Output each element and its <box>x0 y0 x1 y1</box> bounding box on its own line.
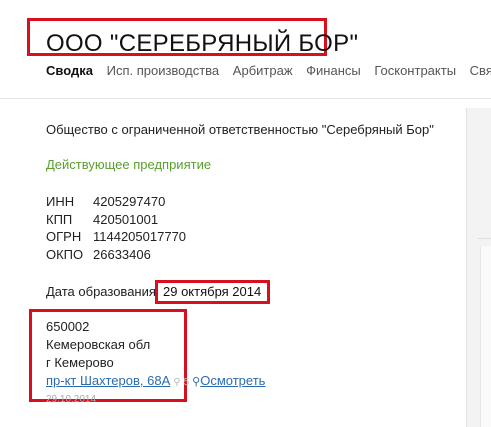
codes-block: ИНН 4205297470 КПП 420501001 ОГРН 114420… <box>46 193 186 263</box>
tab-enforcement[interactable]: Исп. производства <box>107 63 220 78</box>
tab-contracts[interactable]: Госконтракты <box>374 63 456 78</box>
view-on-map-link[interactable]: Осмотреть <box>200 373 265 388</box>
tabs-bar: Сводка Исп. производства Арбитраж Финанс… <box>46 63 491 78</box>
side-panel-lower <box>480 246 491 427</box>
registration-label: Дата образования <box>46 284 156 299</box>
code-label: КПП <box>46 211 73 227</box>
map-pin-icon[interactable]: ⚲ <box>192 373 200 391</box>
address-street-link[interactable]: пр-кт Шахтеров, 68А <box>46 373 170 388</box>
search-icon[interactable]: ⚲ <box>173 377 180 388</box>
address-city: г Кемерово <box>46 355 114 370</box>
header: ООО "СЕРЕБРЯНЫЙ БОР" Сводка Исп. произво… <box>0 0 491 99</box>
code-value: 420501001 <box>93 211 159 227</box>
company-full-name: Общество с ограниченной ответственностью… <box>46 122 434 137</box>
code-label: ОГРН <box>46 229 82 244</box>
address-postcode: 650002 <box>46 319 90 334</box>
code-value: 4205297470 <box>93 194 166 209</box>
code-value: 1144205017770 <box>93 229 187 244</box>
address-date: 29.10.2014 <box>46 394 97 405</box>
address-block: 650002 Кемеровская обл г Кемерово пр-кт … <box>46 318 265 392</box>
code-label: ОКПО <box>46 246 84 262</box>
code-value: 26633406 <box>93 246 151 262</box>
tab-summary[interactable]: Сводка <box>46 63 93 78</box>
registration-date: 29 октября 2014 <box>163 284 262 299</box>
tab-finance[interactable]: Финансы <box>306 63 361 78</box>
code-row-okpo: ОКПО 26633406 <box>46 246 186 264</box>
tab-arbitration[interactable]: Арбитраж <box>233 63 293 78</box>
code-label: ИНН <box>46 194 75 209</box>
address-region: Кемеровская обл <box>46 337 151 352</box>
code-row-ogrn: ОГРН 1144205017770 <box>46 228 186 246</box>
code-row-inn: ИНН 4205297470 <box>46 193 186 211</box>
faint-count: 5 <box>183 377 190 388</box>
side-divider <box>478 238 491 239</box>
code-row-kpp: КПП 420501001 <box>46 211 186 229</box>
address-street-line: пр-кт Шахтеров, 68А ⚲ 5 ⚲Осмотреть <box>46 372 265 392</box>
company-title: ООО "СЕРЕБРЯНЫЙ БОР" <box>46 30 359 57</box>
tab-connections[interactable]: Связи <box>470 63 491 78</box>
company-status: Действующее предприятие <box>46 157 212 172</box>
